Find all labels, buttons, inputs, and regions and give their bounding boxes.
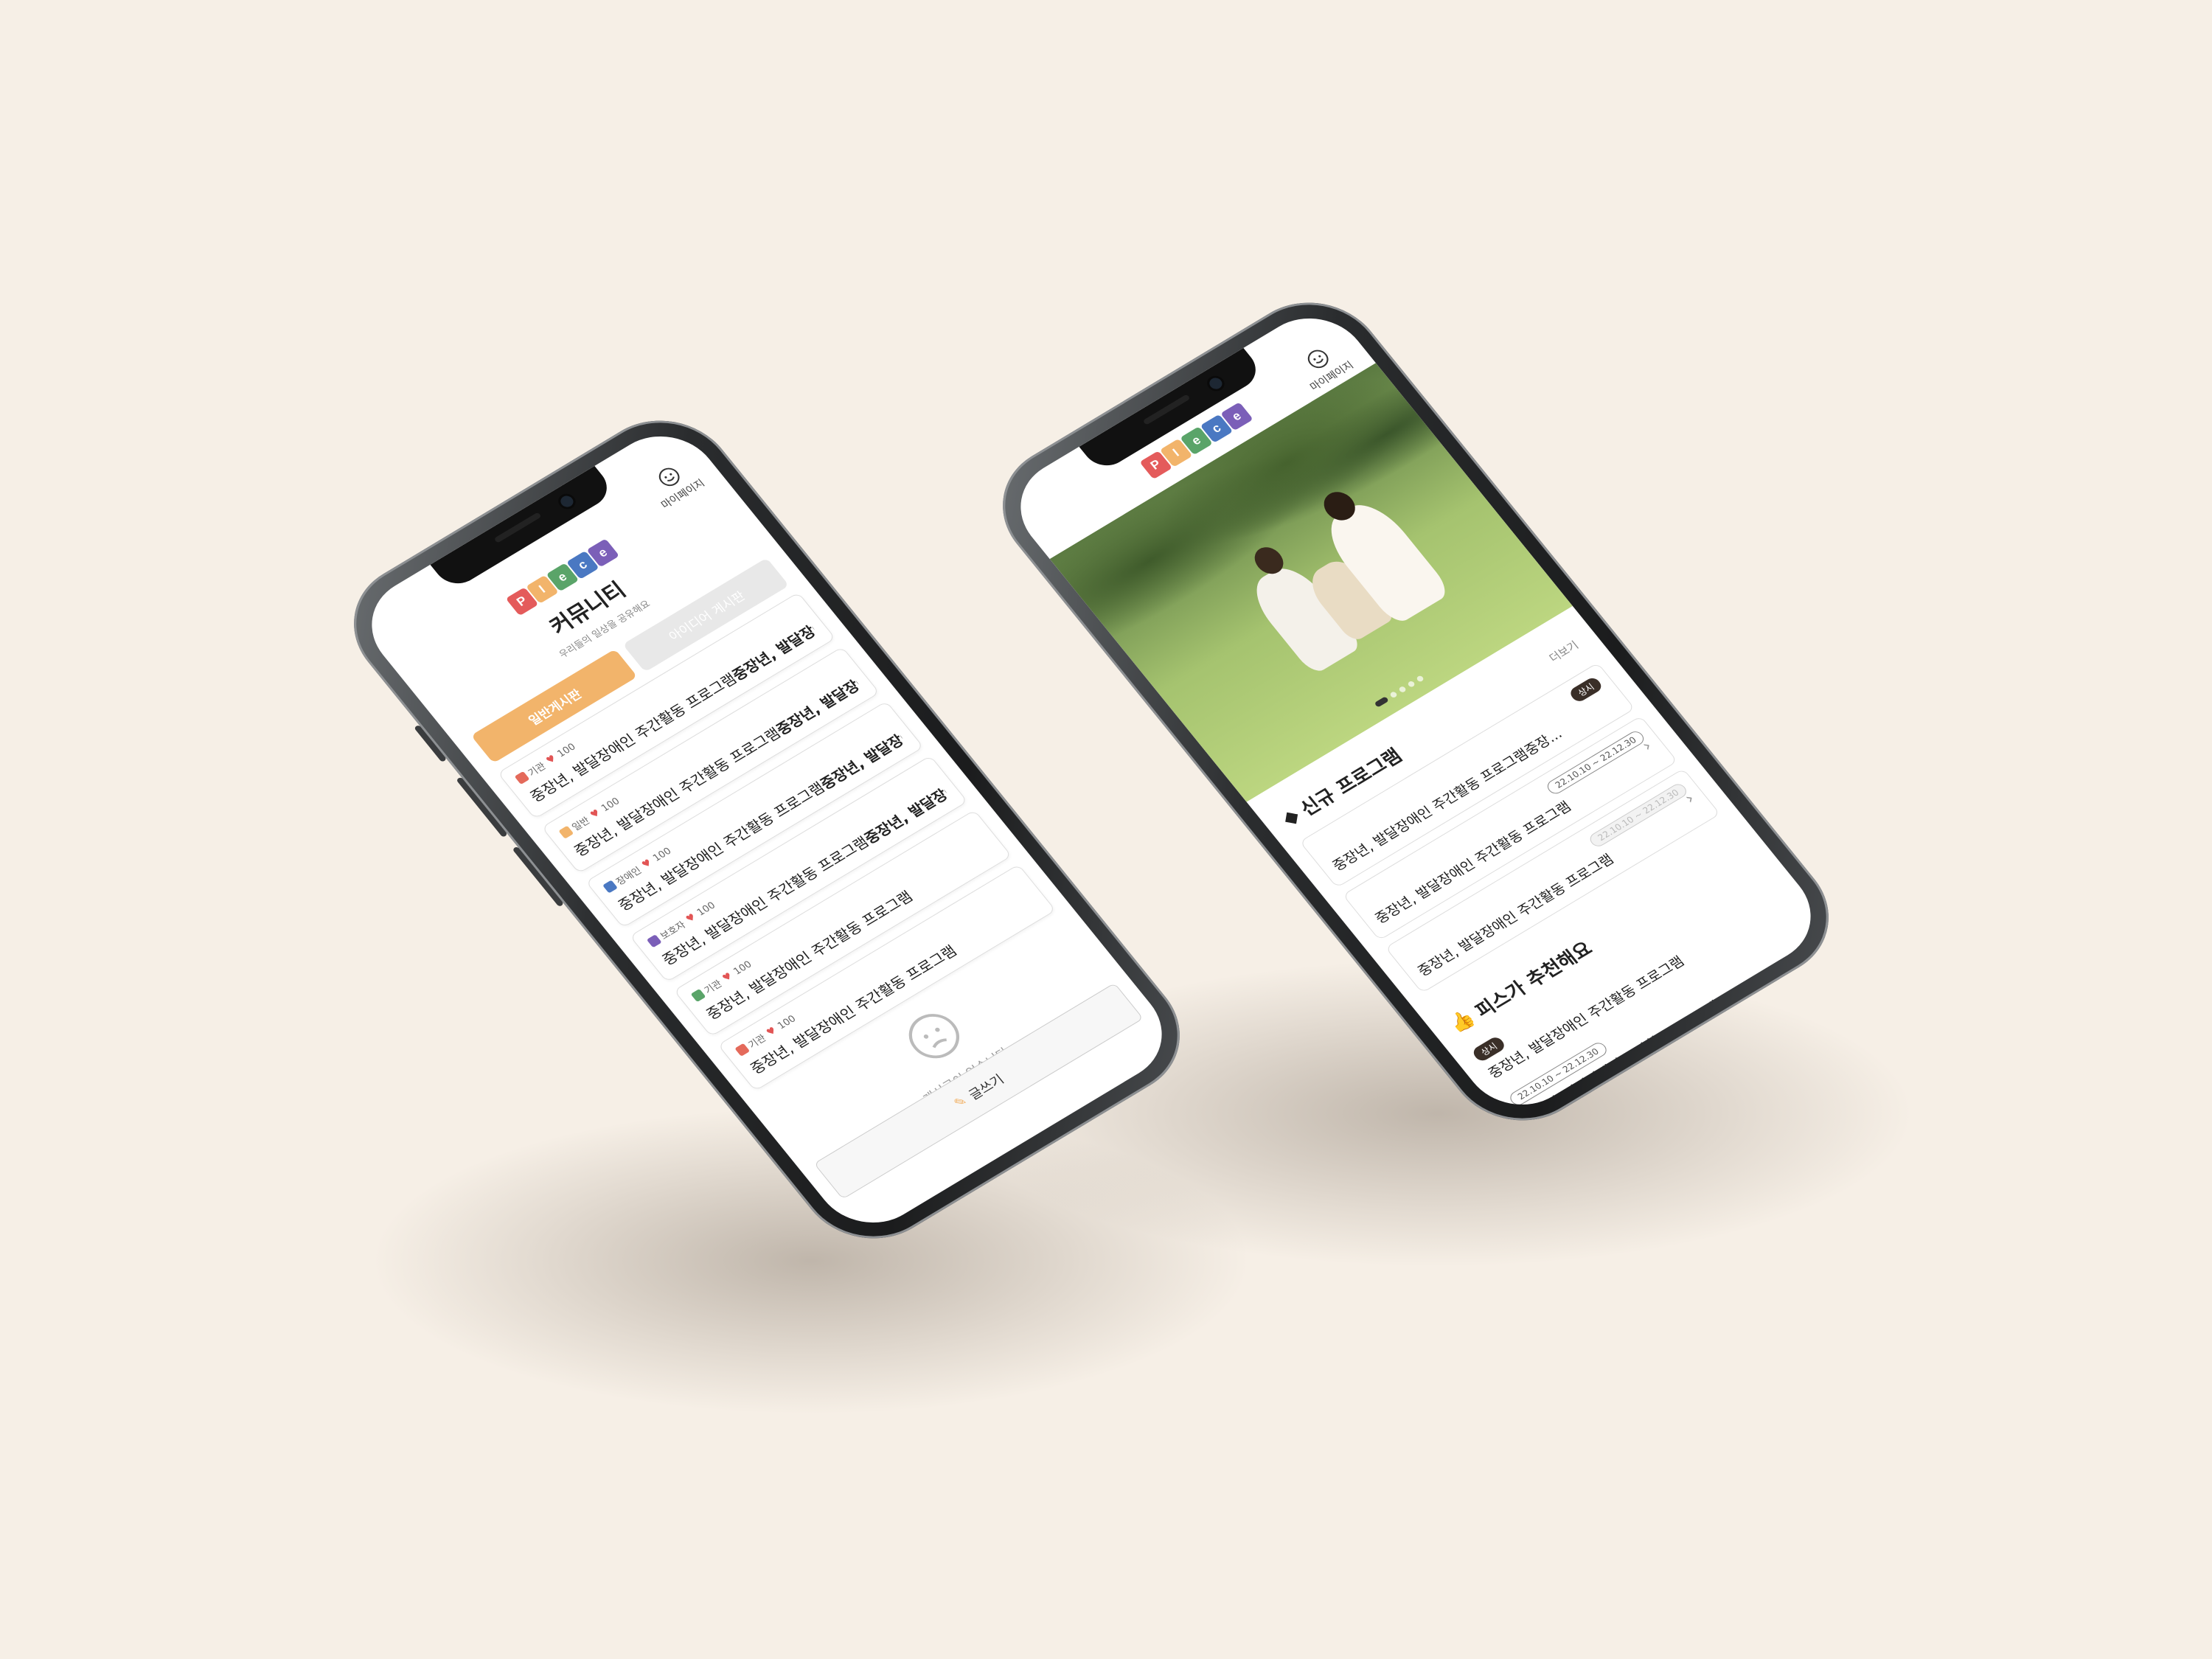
write-label: 글쓰기 (966, 1071, 1008, 1103)
heart-icon: ♥ (684, 911, 699, 925)
smile-icon (658, 467, 680, 487)
post-category: 기관 (746, 1033, 769, 1051)
post-likes: 100 (599, 796, 622, 815)
heart-icon: ♥ (544, 753, 559, 767)
post-likes: 100 (731, 959, 754, 978)
post-category: 기관 (526, 761, 549, 779)
post-likes: 100 (650, 846, 674, 864)
sad-face-icon (908, 1014, 960, 1059)
post-category: 일반 (570, 815, 593, 834)
carousel-dots[interactable] (1374, 675, 1425, 708)
post-likes: 100 (555, 741, 578, 760)
heart-icon: ♥ (588, 807, 603, 821)
pencil-icon: ✎ (950, 1093, 970, 1111)
heart-icon: ♥ (764, 1025, 779, 1039)
heart-icon: ♥ (639, 857, 655, 871)
heart-icon: ♥ (720, 970, 735, 984)
post-likes: 100 (775, 1013, 799, 1032)
post-likes: 100 (695, 900, 718, 919)
post-category: 기관 (702, 978, 725, 997)
